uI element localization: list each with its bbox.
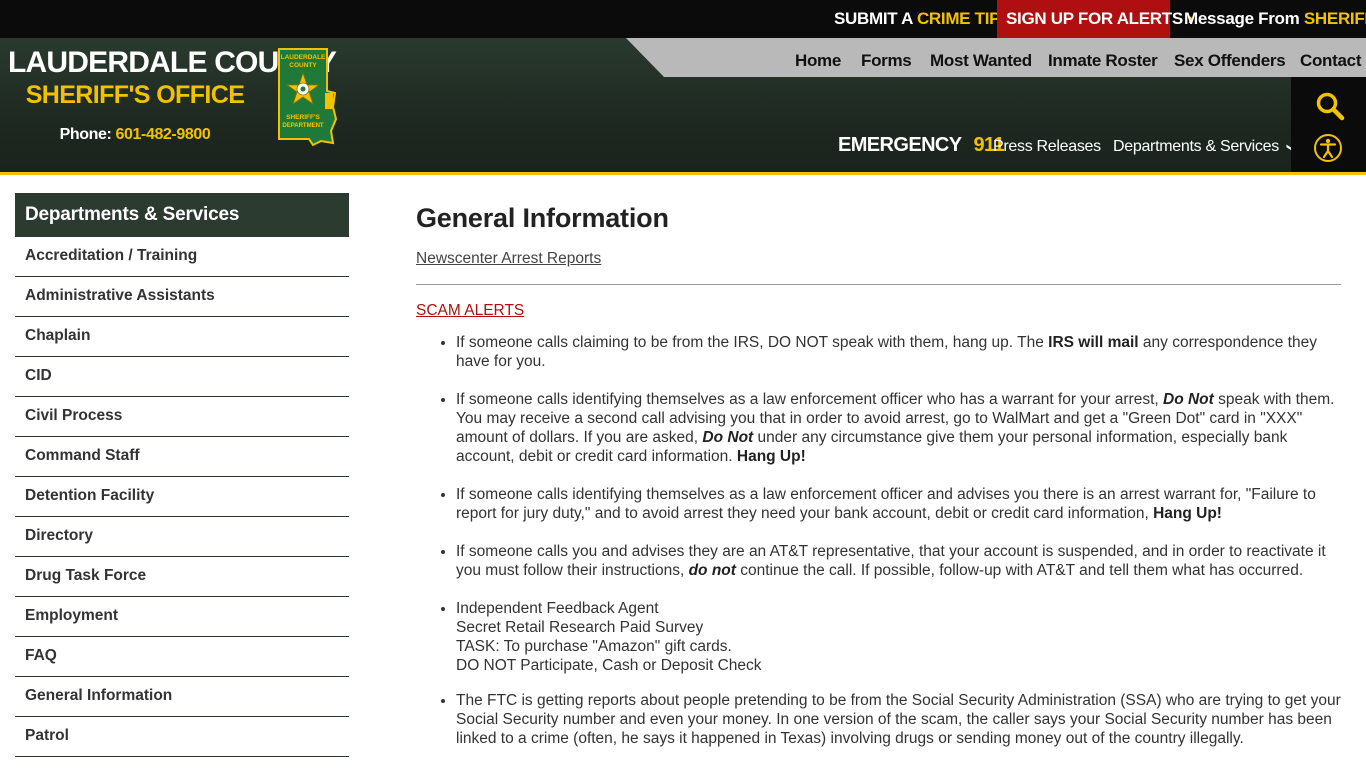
emergency-label: EMERGENCY (838, 134, 962, 156)
sidebar-item-patrol[interactable]: Patrol (15, 717, 349, 757)
site-title[interactable]: LAUDERDALE COUNTY (8, 46, 337, 80)
crime-tip-prefix: SUBMIT A (834, 9, 913, 28)
emergency-number: EMERGENCY 911 (838, 134, 1005, 157)
top-bar: SUBMIT A CRIME TIP› SIGN UP FOR ALERTS› … (0, 0, 1366, 38)
sidebar-item-general-information[interactable]: General Information (15, 677, 349, 717)
nav-press-releases[interactable]: Press Releases (993, 138, 1101, 156)
phone-label: Phone: (59, 126, 112, 143)
bullet-emphasis: Hang Up! (736, 448, 806, 465)
sidebar-item-civil-process[interactable]: Civil Process (15, 397, 349, 437)
bullet-line: Independent Feedback Agent (456, 600, 659, 617)
bullet-text: If someone calls identifying themselves … (456, 391, 1164, 408)
seal-text-top: LAUDERDALE (281, 54, 326, 61)
submit-crime-tip-link[interactable]: SUBMIT A CRIME TIP› (834, 0, 1011, 38)
list-item: If someone calls identifying themselves … (456, 485, 1341, 523)
bullet-line: DO NOT Participate, Cash or Deposit Chec… (456, 657, 762, 674)
sidebar: Departments & Services Accreditation / T… (15, 193, 349, 757)
scam-alert-list: If someone calls claiming to be from the… (416, 333, 1341, 748)
message-from-sheriff-link[interactable]: Message From SHERIFF› (1184, 0, 1366, 38)
accessibility-icon[interactable] (1313, 133, 1343, 163)
nav-most-wanted[interactable]: Most Wanted (930, 38, 1032, 77)
bullet-text: If someone calls claiming to be from the… (456, 334, 1049, 351)
nav-departments-label: Departments & Services (1113, 138, 1279, 155)
bullet-emphasis: do not (688, 562, 736, 579)
list-item: If someone calls you and advises they ar… (456, 542, 1341, 580)
main-content: General Information Newscenter Arrest Re… (416, 200, 1341, 767)
nav-departments-services[interactable]: Departments & Services ❯ (1113, 138, 1298, 156)
newscenter-arrest-reports-link[interactable]: Newscenter Arrest Reports (416, 250, 601, 268)
bullet-emphasis: Hang Up! (1153, 505, 1222, 522)
alerts-label: SIGN UP FOR ALERTS (1006, 9, 1183, 28)
sidebar-item-drug-task-force[interactable]: Drug Task Force (15, 557, 349, 597)
sidebar-item-faq[interactable]: FAQ (15, 637, 349, 677)
bullet-emphasis: Do Not (1163, 391, 1214, 408)
page-title: General Information (416, 203, 669, 233)
bullet-line: Secret Retail Research Paid Survey (456, 619, 704, 636)
phone-number: 601-482-9800 (115, 126, 211, 143)
crime-tip-highlight: CRIME TIP (916, 9, 1001, 28)
list-item: Independent Feedback Agent Secret Retail … (456, 599, 1341, 675)
nav-sex-offenders[interactable]: Sex Offenders (1174, 38, 1286, 77)
seal-text-bottom1: SHERIFF'S (286, 114, 320, 121)
sidebar-item-administrative-assistants[interactable]: Administrative Assistants (15, 277, 349, 317)
message-prefix: Message From (1184, 9, 1300, 28)
seal-text-mid: COUNTY (289, 62, 317, 69)
list-item: If someone calls identifying themselves … (456, 390, 1341, 466)
list-item: If someone calls claiming to be from the… (456, 333, 1341, 371)
nav-home[interactable]: Home (795, 38, 841, 77)
nav-contact[interactable]: Contact (1300, 38, 1361, 77)
sidebar-item-chaplain[interactable]: Chaplain (15, 317, 349, 357)
site-header: LAUDERDALE COUNTY SHERIFF'S OFFICE Phone… (0, 38, 1366, 172)
divider (416, 284, 1341, 285)
nav-inmate-roster[interactable]: Inmate Roster (1048, 38, 1158, 77)
header-tools (1291, 77, 1366, 172)
scam-alerts-link[interactable]: SCAM ALERTS (416, 302, 524, 320)
nav-forms[interactable]: Forms (861, 38, 912, 77)
bullet-text: The FTC is getting reports about people … (456, 692, 1341, 747)
header-phone[interactable]: Phone: 601-482-9800 (8, 126, 262, 144)
message-highlight: SHERIFF (1303, 9, 1366, 28)
sheriff-department-seal[interactable]: LAUDERDALE COUNTY SHERIFF'S DEPARTMENT (273, 47, 339, 147)
bullet-emphasis: Do Not (702, 429, 754, 446)
search-icon[interactable] (1315, 91, 1345, 121)
sidebar-item-accreditation-training[interactable]: Accreditation / Training (15, 237, 349, 277)
sidebar-heading: Departments & Services (15, 193, 349, 237)
bullet-text: continue the call. If possible, follow-u… (735, 562, 1304, 579)
seal-text-bottom2: DEPARTMENT (282, 123, 324, 129)
sidebar-item-directory[interactable]: Directory (15, 517, 349, 557)
sidebar-item-cid[interactable]: CID (15, 357, 349, 397)
bullet-emphasis: IRS will mail (1048, 334, 1139, 351)
bullet-line: TASK: To purchase "Amazon" gift cards. (456, 638, 732, 655)
sidebar-item-detention-facility[interactable]: Detention Facility (15, 477, 349, 517)
sign-up-alerts-link[interactable]: SIGN UP FOR ALERTS › (997, 0, 1194, 38)
list-item: The FTC is getting reports about people … (456, 691, 1341, 748)
sidebar-item-command-staff[interactable]: Command Staff (15, 437, 349, 477)
sidebar-item-employment[interactable]: Employment (15, 597, 349, 637)
header-gold-border (0, 172, 1366, 175)
site-subtitle[interactable]: SHERIFF'S OFFICE (8, 80, 262, 110)
